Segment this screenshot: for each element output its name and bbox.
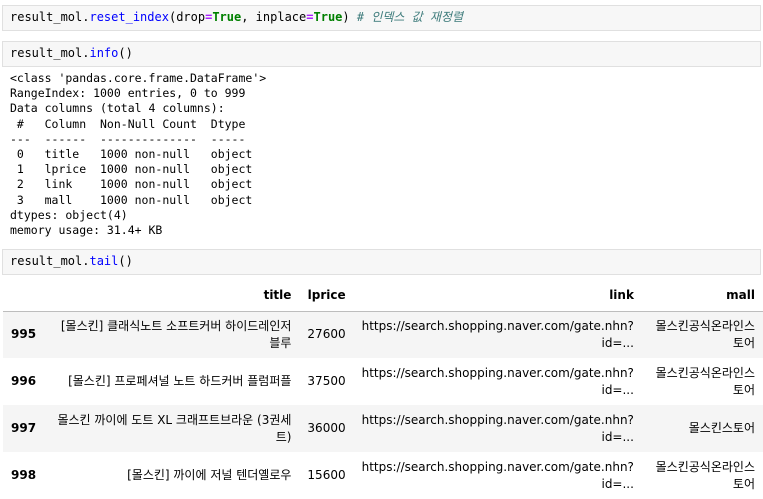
code-token: () [118,254,133,268]
output-line: 0 title 1000 non-null object [10,146,253,161]
column-header-link: link [609,287,634,302]
link-cell: https://search.shopping.naver.com/gate.n… [361,412,634,444]
table-row: 996 [몰스킨] 프로페셔널 노트 하드커버 플럼퍼플 37500 https… [3,358,763,405]
code-token: () [118,46,133,60]
link-cell: https://search.shopping.naver.com/gate.n… [361,459,634,491]
code-token: = [306,10,314,24]
code-token: True [212,10,242,24]
info-output: <class 'pandas.core.frame.DataFrame'> Ran… [2,71,761,241]
row-index: 997 [11,421,37,435]
mall-cell: 몰스킨공식온라인스토어 [655,318,755,350]
row-index: 998 [11,468,37,482]
output-line: memory usage: 31.4+ KB [10,222,163,237]
title-cell: 몰스킨 까이에 도트 XL 크래프트브라운 (3권세트) [57,412,292,444]
index-header [3,279,44,311]
dataframe-table: title lprice link mall 995 [몰스킨] 클래식노트 소… [3,279,763,499]
code-token: result_mol. [10,46,90,60]
output-line: # Column Non-Null Count Dtype [10,116,253,131]
lprice-cell: 15600 [307,468,346,482]
code-cell-tail[interactable]: result_mol.tail() [2,249,761,275]
table-header-row: title lprice link mall [3,279,763,311]
link-cell: https://search.shopping.naver.com/gate.n… [361,318,634,350]
output-line: <class 'pandas.core.frame.DataFrame'> [10,71,267,85]
code-token: , inplace [241,10,307,24]
lprice-cell: 37500 [307,374,346,388]
lprice-cell: 27600 [307,327,346,342]
column-header-title: title [263,287,292,302]
link-cell: https://search.shopping.naver.com/gate.n… [361,365,634,397]
lprice-cell: 36000 [307,421,346,435]
code-token: # 인덱스 값 재정렬 [356,10,464,24]
column-header-lprice: lprice [307,287,346,302]
code-token: True [313,10,343,24]
code-token: result_mol. [10,254,90,268]
code-cell-info[interactable]: result_mol.info() [2,41,761,67]
code-token: (drop [168,10,206,24]
code-token: result_mol. [10,10,90,24]
title-cell: [몰스킨] 까이에 저널 텐더옐로우 [127,468,292,482]
column-header-mall: mall [726,287,755,302]
table-row: 995 [몰스킨] 클래식노트 소프트커버 하이드레인저블루 27600 htt… [3,311,763,358]
table-row: 998 [몰스킨] 까이에 저널 텐더옐로우 15600 https://sea… [3,452,763,499]
mall-cell: 몰스킨공식온라인스토어 [655,459,755,491]
mall-cell: 몰스킨공식온라인스토어 [655,365,755,397]
code-token: info [89,46,119,60]
code-token: ) [342,10,357,24]
output-line: 1 lprice 1000 non-null object [10,162,253,177]
code-token: tail [89,254,119,268]
output-line: RangeIndex: 1000 entries, 0 to 999 [10,86,246,101]
code-token: reset_index [89,10,169,24]
output-line: 3 mall 1000 non-null object [10,192,253,207]
output-line: dtypes: object(4) [10,207,128,222]
code-cell-reset-index[interactable]: result_mol.reset_index(drop=True, inplac… [2,5,761,31]
output-line: 2 link 1000 non-null object [10,177,253,192]
row-index: 996 [11,374,37,388]
table-row: 997 몰스킨 까이에 도트 XL 크래프트브라운 (3권세트) 36000 h… [3,405,763,452]
title-cell: [몰스킨] 클래식노트 소프트커버 하이드레인저블루 [60,318,292,350]
output-line: Data columns (total 4 columns): [10,101,225,116]
output-line: --- ------ -------------- ----- [10,131,253,146]
title-cell: [몰스킨] 프로페셔널 노트 하드커버 플럼퍼플 [68,374,292,388]
row-index: 995 [11,327,37,342]
mall-cell: 몰스킨스토어 [688,421,755,435]
